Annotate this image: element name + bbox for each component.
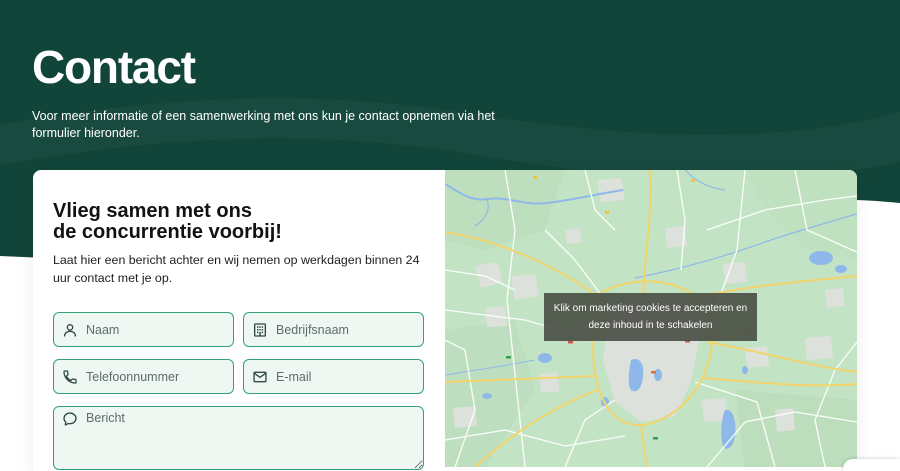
phone-input[interactable] bbox=[54, 360, 233, 393]
page-title: Contact bbox=[32, 41, 196, 93]
message-textarea[interactable] bbox=[54, 407, 423, 469]
name-input[interactable] bbox=[54, 313, 233, 346]
company-input[interactable] bbox=[244, 313, 423, 346]
form-heading-line-2: de concurrentie voorbij! bbox=[53, 221, 282, 243]
email-field bbox=[243, 359, 424, 394]
floating-widget[interactable] bbox=[843, 459, 900, 471]
form-heading: Vlieg samen met ons de concurrentie voor… bbox=[53, 201, 282, 243]
form-heading-line-1: Vlieg samen met ons bbox=[53, 200, 252, 222]
email-input[interactable] bbox=[244, 360, 423, 393]
contact-card: Vlieg samen met ons de concurrentie voor… bbox=[33, 170, 857, 471]
name-field bbox=[53, 312, 234, 347]
phone-field bbox=[53, 359, 234, 394]
form-description: Laat hier een bericht achter en wij neme… bbox=[53, 253, 420, 285]
page-intro: Voor meer informatie of een samenwerking… bbox=[32, 109, 495, 140]
contact-page: Contact Voor meer informatie of een same… bbox=[0, 0, 900, 471]
message-field bbox=[53, 406, 424, 470]
company-field bbox=[243, 312, 424, 347]
map-embed: Klik om marketing cookies te accepteren … bbox=[445, 170, 857, 467]
map-cookie-notice[interactable]: Klik om marketing cookies te accepteren … bbox=[544, 293, 757, 341]
